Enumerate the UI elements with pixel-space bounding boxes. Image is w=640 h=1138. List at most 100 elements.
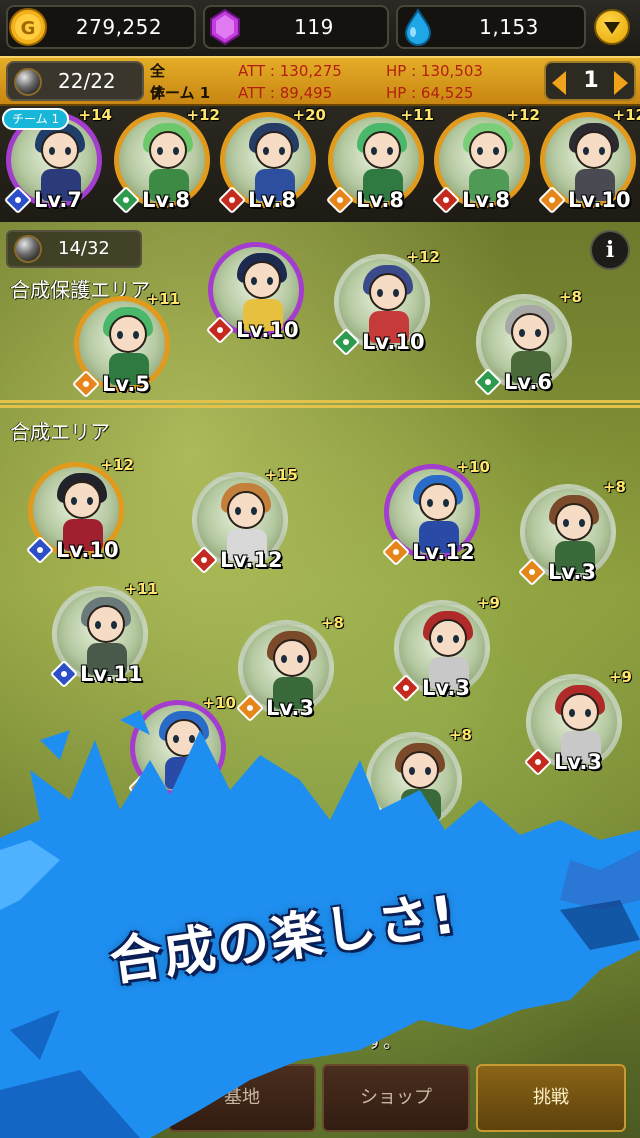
eye bbox=[251, 507, 257, 515]
merge-area-label: 合成エリア bbox=[10, 420, 110, 444]
info-button[interactable]: i bbox=[590, 230, 630, 270]
team-att: ATT : 89,495 bbox=[238, 84, 333, 102]
eye bbox=[87, 497, 93, 505]
eye bbox=[281, 655, 287, 663]
unit-level: Lv.10 bbox=[236, 318, 299, 342]
eye bbox=[583, 147, 589, 155]
face bbox=[469, 131, 507, 169]
overall-att: ATT : 130,275 bbox=[238, 62, 342, 80]
plus-level: +20 bbox=[292, 106, 326, 124]
merge-unit-9[interactable]: +10 bbox=[127, 694, 236, 803]
eye bbox=[519, 329, 525, 337]
unit-level: Lv.12 bbox=[412, 540, 475, 564]
face bbox=[255, 131, 293, 169]
eye bbox=[71, 497, 77, 505]
eye bbox=[117, 331, 123, 339]
resource-bar: G 279,252 119 1,153 bbox=[0, 0, 640, 56]
face bbox=[149, 131, 187, 169]
unit-level: Lv.10 bbox=[568, 188, 631, 212]
protected-unit-3[interactable]: +11 Lv.5 bbox=[71, 290, 180, 399]
merge-unit-2[interactable]: +15 Lv.12 bbox=[189, 466, 298, 575]
eye bbox=[279, 147, 285, 155]
eye bbox=[371, 147, 377, 155]
merge-unit-8[interactable]: +9 Lv.3 bbox=[523, 668, 632, 777]
eye bbox=[579, 519, 585, 527]
team-stats-bar: 22/22 全体 チーム 1 ATT : 130,275 ATT : 89,49… bbox=[0, 56, 640, 106]
eye bbox=[585, 709, 591, 717]
team-member-6[interactable]: +12 Lv.10 bbox=[537, 106, 640, 215]
eye bbox=[251, 277, 257, 285]
water-counter[interactable]: 1,153 bbox=[396, 5, 586, 49]
plus-level: +8 bbox=[602, 478, 626, 496]
gold-counter[interactable]: G 279,252 bbox=[6, 5, 196, 49]
menu-dropdown-button[interactable] bbox=[594, 9, 630, 45]
face bbox=[63, 481, 101, 519]
plus-level: +12 bbox=[186, 106, 220, 124]
protected-unit-1[interactable]: Lv.10 bbox=[205, 242, 304, 345]
team-member-2[interactable]: +12 Lv.8 bbox=[111, 106, 220, 215]
team-page-selector: 1 bbox=[544, 61, 636, 101]
merge-field: 14/32 i 合成保護エリア 合成エリア Lv.10 +12 Lv.10 +11 Lv… bbox=[0, 222, 640, 1138]
eye bbox=[297, 655, 303, 663]
tab-base[interactable]: 基地 bbox=[168, 1064, 316, 1132]
merge-unit-3[interactable]: +10 Lv.12 bbox=[381, 458, 490, 567]
merge-unit-10[interactable]: +8 bbox=[363, 726, 472, 835]
unit-level: Lv.8 bbox=[462, 188, 510, 212]
team-member-row: +14 Lv.7 +12 Lv.8 +20 Lv.8 +11 Lv.8 +12 Lv.8 +12 Lv… bbox=[0, 106, 640, 222]
eye bbox=[267, 277, 273, 285]
eye bbox=[49, 147, 55, 155]
unit-level: Lv.3 bbox=[548, 560, 596, 584]
merge-unit-1[interactable]: +12 Lv.10 bbox=[25, 456, 134, 565]
eye bbox=[111, 621, 117, 629]
unit-level: Lv.10 bbox=[362, 330, 425, 354]
gem-counter[interactable]: 119 bbox=[203, 5, 389, 49]
face bbox=[555, 503, 593, 541]
plus-level: +9 bbox=[608, 668, 632, 686]
unit-level: Lv.3 bbox=[422, 676, 470, 700]
team-member-3[interactable]: +20 Lv.8 bbox=[217, 106, 326, 215]
svg-text:G: G bbox=[21, 18, 36, 39]
face bbox=[429, 619, 467, 657]
plus-level: +8 bbox=[320, 614, 344, 632]
hint-text: 細を見ることが出来ます。 bbox=[176, 1032, 403, 1053]
plus-level: +12 bbox=[406, 248, 440, 266]
eye bbox=[409, 767, 415, 775]
eye bbox=[173, 735, 179, 743]
eye bbox=[393, 289, 399, 297]
face bbox=[369, 273, 407, 311]
team-member-5[interactable]: +12 Lv.8 bbox=[431, 106, 540, 215]
team-member-4[interactable]: +11 Lv.8 bbox=[325, 106, 434, 215]
overall-hp: HP : 130,503 bbox=[386, 62, 483, 80]
eye bbox=[95, 621, 101, 629]
merge-unit-4[interactable]: +8 Lv.3 bbox=[517, 478, 626, 587]
protected-unit-2[interactable]: +12 Lv.10 bbox=[331, 248, 440, 357]
plus-level: +10 bbox=[202, 694, 236, 712]
merge-unit-5[interactable]: +11 Lv.11 bbox=[49, 580, 158, 689]
gold-amount: 279,252 bbox=[75, 15, 163, 39]
face bbox=[243, 261, 281, 299]
protected-unit-4[interactable]: +8 Lv.6 bbox=[473, 288, 582, 397]
eye bbox=[599, 147, 605, 155]
plus-level: +12 bbox=[100, 456, 134, 474]
prev-team-arrow-icon[interactable] bbox=[552, 71, 566, 95]
water-amount: 1,153 bbox=[479, 15, 539, 39]
tab-challenge[interactable]: 挑戦 bbox=[476, 1064, 626, 1132]
team-page-number: 1 bbox=[583, 68, 599, 93]
next-team-arrow-icon[interactable] bbox=[614, 71, 628, 95]
plus-level: +11 bbox=[400, 106, 434, 124]
plus-level: +12 bbox=[506, 106, 540, 124]
face bbox=[165, 719, 203, 757]
tab-left[interactable] bbox=[14, 1064, 162, 1132]
merge-unit-7[interactable]: +9 Lv.3 bbox=[391, 594, 500, 703]
eye bbox=[569, 709, 575, 717]
team-label: チーム 1 bbox=[150, 84, 211, 102]
merge-unit-6[interactable]: +8 Lv.3 bbox=[235, 614, 344, 723]
eye bbox=[443, 499, 449, 507]
plus-level: +14 bbox=[78, 106, 112, 124]
eye bbox=[563, 519, 569, 527]
dropdown-arrow-icon bbox=[604, 22, 620, 34]
tab-shop[interactable]: ショップ bbox=[322, 1064, 470, 1132]
area-divider bbox=[0, 400, 640, 408]
orb-icon bbox=[14, 235, 42, 263]
unit-level: Lv.10 bbox=[56, 538, 119, 562]
